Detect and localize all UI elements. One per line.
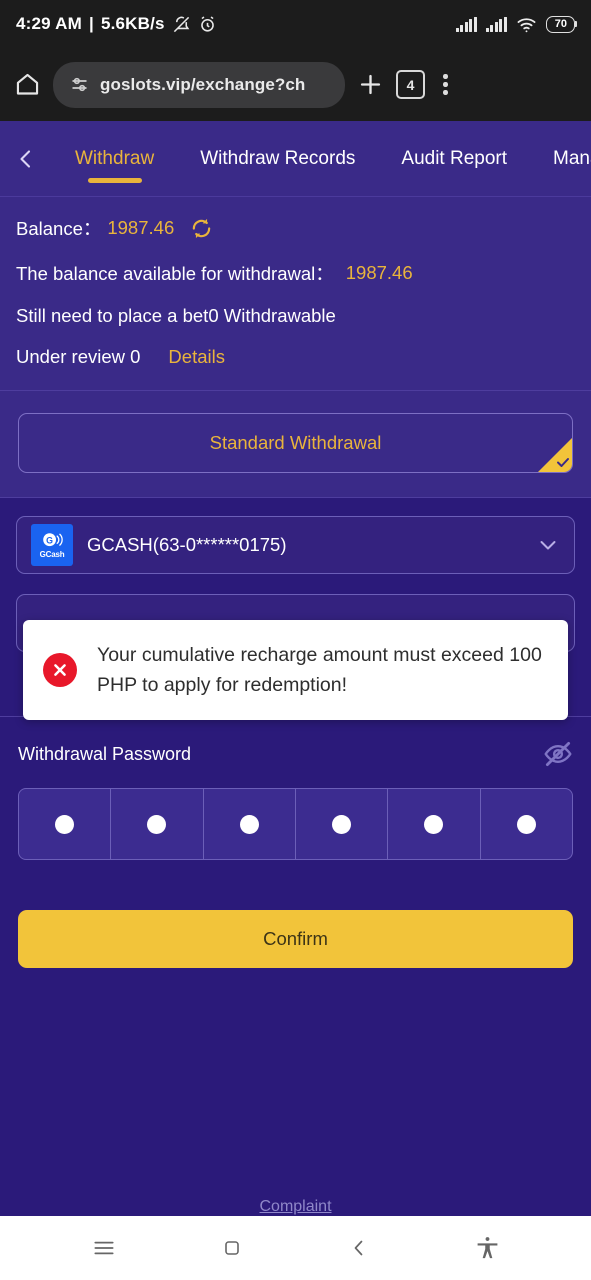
balance-value: 1987.46	[107, 217, 175, 238]
status-bar-left: 4:29 AM | 5.6KB/s	[16, 14, 217, 34]
password-dot	[147, 814, 167, 834]
password-cell[interactable]	[111, 789, 204, 859]
kebab-menu-icon[interactable]	[437, 70, 454, 99]
gcash-logo-icon: G GCash	[31, 524, 73, 566]
site-settings-icon[interactable]	[69, 74, 90, 95]
error-toast-message: Your cumulative recharge amount must exc…	[97, 644, 542, 696]
status-separator: |	[88, 14, 94, 33]
system-nav-bar	[0, 1216, 591, 1280]
password-dot	[239, 814, 259, 834]
tab-management[interactable]: Manag	[530, 121, 591, 196]
refresh-icon[interactable]	[190, 217, 213, 240]
wifi-icon	[516, 16, 537, 33]
tab-counter[interactable]: 4	[396, 70, 425, 99]
check-corner-icon	[538, 438, 572, 472]
tab-label: Audit Report	[401, 147, 508, 169]
url-bar[interactable]: goslots.vip/exchange?ch	[53, 61, 345, 108]
status-time: 4:29 AM	[16, 14, 82, 33]
hamburger-menu-icon[interactable]	[74, 1226, 134, 1270]
payment-method-selector[interactable]: G GCash GCASH(63-0******0175)	[16, 516, 575, 574]
tab-label: Manag	[553, 147, 591, 169]
confirm-button[interactable]: Confirm	[18, 910, 573, 968]
status-bar: 4:29 AM | 5.6KB/s 70	[0, 0, 591, 48]
tab-label: Withdraw Records	[200, 147, 356, 169]
signal-bars-icon	[485, 16, 507, 32]
gcash-logo-text: GCash	[39, 549, 65, 559]
under-review-label: Under review 0	[16, 346, 141, 367]
error-circle-icon	[43, 653, 77, 687]
password-cell[interactable]	[19, 789, 112, 859]
confirm-button-label: Confirm	[263, 928, 328, 949]
tab-label: Withdraw	[75, 147, 155, 169]
payment-account-text: GCASH(63-0******0175)	[87, 534, 287, 555]
tab-audit-report[interactable]: Audit Report	[378, 121, 530, 196]
balance-section: Balance： 1987.46 The balance available f…	[0, 197, 591, 390]
withdrawal-type-section: Standard Withdrawal	[0, 391, 591, 497]
battery-indicator: 70	[545, 15, 578, 33]
tab-withdraw[interactable]: Withdraw	[52, 121, 177, 196]
eye-off-icon[interactable]	[543, 739, 573, 769]
password-cell[interactable]	[296, 789, 389, 859]
app-header: Withdraw Withdraw Records Audit Report M…	[0, 121, 591, 196]
chevron-left-icon[interactable]	[329, 1226, 389, 1270]
error-toast: Your cumulative recharge amount must exc…	[23, 620, 568, 720]
password-cell[interactable]	[204, 789, 296, 859]
details-link[interactable]: Details	[168, 346, 225, 368]
svg-text:G: G	[46, 535, 53, 545]
password-dot	[516, 814, 536, 834]
password-section: Withdrawal Password	[0, 717, 591, 860]
available-balance-row: The balance available for withdrawal： 19…	[0, 260, 591, 286]
password-label: Withdrawal Password	[18, 743, 192, 764]
password-cell[interactable]	[481, 789, 572, 859]
password-header: Withdrawal Password	[18, 739, 573, 769]
bet-requirement-text: Still need to place a bet0 Withdrawable	[16, 305, 336, 326]
password-dot	[55, 814, 75, 834]
complaint-link[interactable]: Complaint	[259, 1198, 331, 1215]
header-tab-strip[interactable]: Withdraw Withdraw Records Audit Report M…	[52, 121, 591, 196]
square-home-icon[interactable]	[202, 1226, 262, 1270]
balance-row: Balance： 1987.46	[0, 215, 591, 241]
password-cell[interactable]	[388, 789, 481, 859]
balance-label: Balance：	[16, 218, 102, 239]
available-balance-label: The balance available for withdrawal：	[16, 263, 334, 284]
chevron-down-icon[interactable]	[536, 533, 560, 557]
tab-withdraw-records[interactable]: Withdraw Records	[177, 121, 378, 196]
header-back-button[interactable]	[0, 147, 52, 171]
home-icon[interactable]	[14, 71, 41, 98]
bell-off-icon	[172, 15, 191, 34]
plus-icon[interactable]	[357, 71, 384, 98]
signal-bars-icon	[455, 16, 477, 32]
footer: Complaint	[0, 1198, 591, 1216]
password-input-cells[interactable]	[18, 788, 573, 860]
under-review-row: Under review 0 Details	[0, 346, 591, 368]
accessibility-icon[interactable]	[457, 1226, 517, 1270]
network-speed: 5.6KB/s	[100, 14, 165, 33]
status-bar-right: 70	[455, 15, 578, 33]
available-balance-value: 1987.46	[345, 262, 413, 283]
standard-withdrawal-option[interactable]: Standard Withdrawal	[18, 413, 573, 473]
password-dot	[332, 814, 352, 834]
alarm-clock-icon	[198, 15, 217, 34]
standard-withdrawal-label: Standard Withdrawal	[209, 432, 382, 453]
password-dot	[424, 814, 444, 834]
browser-toolbar: goslots.vip/exchange?ch 4	[0, 48, 591, 121]
url-text: goslots.vip/exchange?ch	[100, 74, 306, 94]
bet-requirement-row: Still need to place a bet0 Withdrawable	[0, 305, 591, 327]
